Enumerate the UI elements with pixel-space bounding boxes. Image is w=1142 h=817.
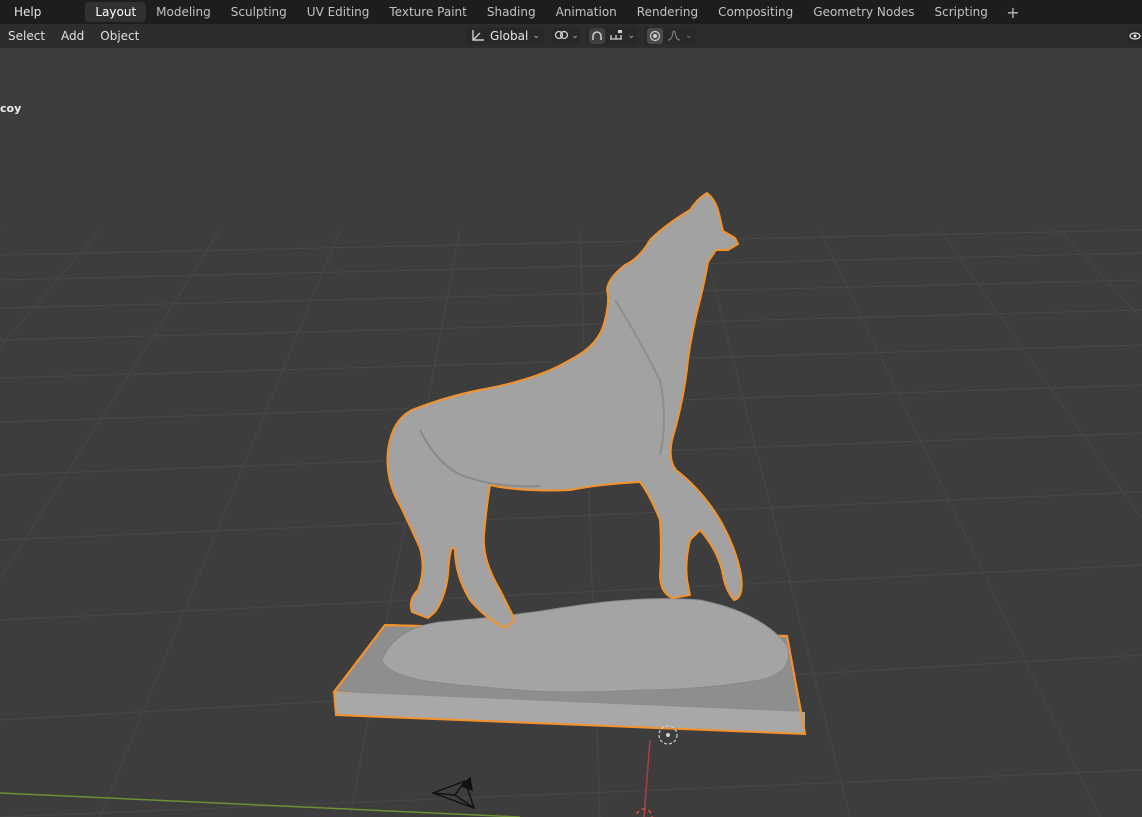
- tab-scripting[interactable]: Scripting: [925, 2, 998, 22]
- chevron-down-icon: ⌄: [685, 31, 693, 41]
- wolf-statue[interactable]: [386, 192, 743, 629]
- snap-increment-icon[interactable]: [609, 29, 623, 44]
- add-menu[interactable]: Add: [53, 24, 92, 48]
- magnet-icon[interactable]: [589, 28, 606, 44]
- transform-orientation-dropdown[interactable]: Global ⌄: [466, 27, 544, 45]
- object-name-overlay: coy: [0, 102, 22, 115]
- tab-geometry-nodes[interactable]: Geometry Nodes: [803, 2, 924, 22]
- orientation-label: Global: [490, 29, 529, 43]
- chevron-down-icon: ⌄: [532, 31, 540, 41]
- tab-rendering[interactable]: Rendering: [627, 2, 708, 22]
- chevron-down-icon: ⌄: [627, 31, 635, 41]
- tab-sculpting[interactable]: Sculpting: [221, 2, 297, 22]
- snap-controls[interactable]: ⌄: [586, 27, 638, 45]
- link-icon: [553, 28, 569, 45]
- add-workspace-button[interactable]: +: [1002, 2, 1024, 22]
- tab-layout[interactable]: Layout: [85, 2, 147, 22]
- tab-animation[interactable]: Animation: [546, 2, 627, 22]
- tab-shading[interactable]: Shading: [477, 2, 546, 22]
- floor-grid: [0, 229, 1142, 817]
- visibility-eye-icon[interactable]: [1128, 27, 1142, 45]
- viewport-scene: [0, 192, 1142, 817]
- x-axis-line: [643, 739, 651, 817]
- 3d-viewport[interactable]: coy: [0, 48, 1142, 817]
- tab-uv-editing[interactable]: UV Editing: [297, 2, 380, 22]
- proportional-editing-icon[interactable]: [647, 28, 663, 44]
- pivot-point-dropdown[interactable]: ⌄: [552, 27, 580, 45]
- select-menu[interactable]: Select: [0, 24, 53, 48]
- proportional-editing-controls[interactable]: ⌄: [644, 27, 696, 45]
- viewport-header: Select Add Object Global ⌄ ⌄ ⌄ ⌄: [0, 24, 1142, 48]
- falloff-curve-icon[interactable]: [667, 29, 681, 44]
- tab-compositing[interactable]: Compositing: [708, 2, 803, 22]
- rock: [381, 598, 789, 693]
- chevron-down-icon: ⌄: [571, 31, 579, 41]
- tab-texture-paint[interactable]: Texture Paint: [379, 2, 476, 22]
- object-menu[interactable]: Object: [92, 24, 147, 48]
- orientation-axes-icon: [470, 28, 486, 45]
- workspace-bar: Help Layout Modeling Sculpting UV Editin…: [0, 0, 1142, 24]
- tab-modeling[interactable]: Modeling: [146, 2, 221, 22]
- camera-icon[interactable]: [430, 776, 476, 810]
- help-menu[interactable]: Help: [0, 5, 47, 19]
